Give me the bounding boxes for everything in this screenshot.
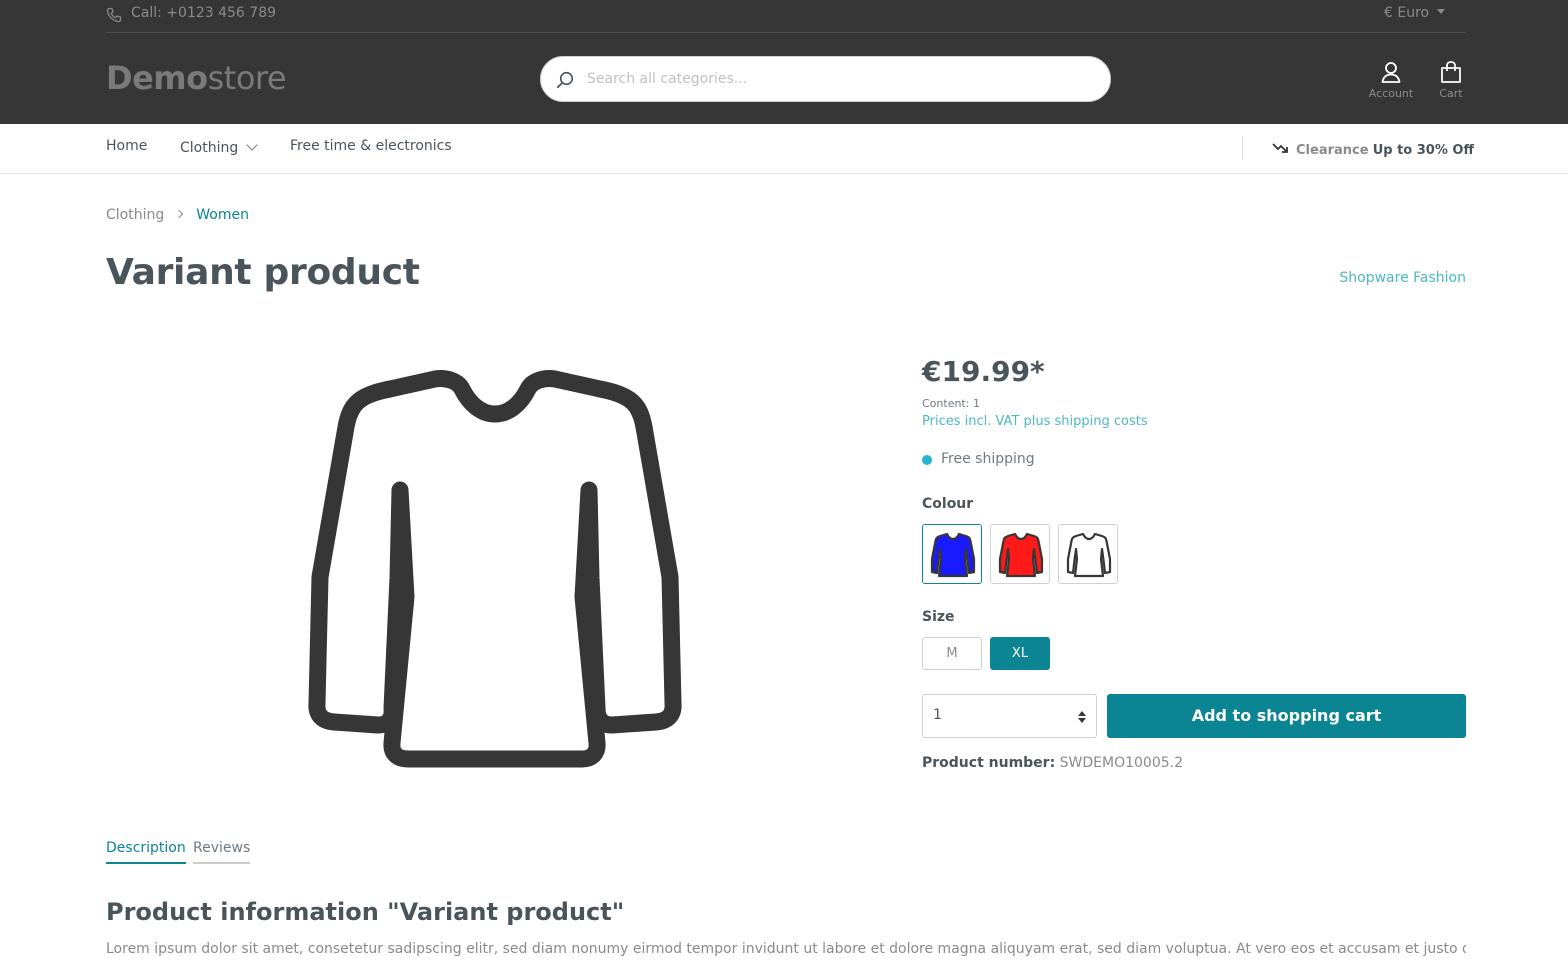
search-bar[interactable] <box>540 56 1111 102</box>
cart-label: Cart <box>1439 87 1463 100</box>
quantity-value: 1 <box>933 707 942 723</box>
shipping-info: Free shipping <box>941 451 1035 467</box>
breadcrumb-item[interactable]: Clothing <box>106 207 164 223</box>
sweater-white-thumbnail <box>1066 532 1112 578</box>
promo-label: Clearance <box>1296 143 1369 158</box>
chevron-down-icon <box>246 139 258 151</box>
breadcrumb-item-current[interactable]: Women <box>196 207 249 223</box>
nav-item-label: Home <box>106 138 148 154</box>
top-header: Call: +0123 456 789 € Euro Demostore Acc… <box>0 0 1568 124</box>
cart-button[interactable]: Cart <box>1432 60 1470 100</box>
nav-item-clothing[interactable]: Clothing <box>180 139 258 156</box>
colour-option-white[interactable] <box>1058 524 1118 584</box>
delivery-status-dot <box>922 455 932 465</box>
tab-reviews[interactable]: Reviews <box>193 840 251 864</box>
vat-shipping-link[interactable]: Prices incl. VAT plus shipping costs <box>922 414 1148 429</box>
trend-down-icon <box>1272 143 1288 153</box>
breadcrumb: Clothing Women <box>106 207 249 223</box>
size-option-xl[interactable]: XL <box>990 637 1050 670</box>
tab-description[interactable]: Description <box>106 840 186 864</box>
content-info: Content: 1 <box>922 397 980 410</box>
clearance-promo-link[interactable]: Clearance Up to 30% Off <box>1272 141 1474 158</box>
currency-label: € Euro <box>1384 5 1430 21</box>
colour-option-blue[interactable] <box>922 524 982 584</box>
product-title: Variant product <box>106 252 420 293</box>
promo-text: Up to 30% Off <box>1372 143 1474 158</box>
sweater-red-thumbnail <box>998 532 1044 578</box>
account-button[interactable]: Account <box>1366 60 1416 100</box>
main-navigation: Home Clothing Free time & electronics Cl… <box>0 124 1568 174</box>
product-number-value: SWDEMO10005.2 <box>1059 755 1183 771</box>
nav-item-label: Free time & electronics <box>290 138 452 154</box>
quantity-select[interactable]: 1 <box>922 694 1097 738</box>
header-divider <box>106 32 1466 33</box>
shopping-bag-icon <box>1441 61 1461 83</box>
phone-icon <box>106 7 122 23</box>
sweater-blue-thumbnail <box>930 532 976 578</box>
store-logo[interactable]: Demostore <box>106 59 287 97</box>
description-text: Lorem ipsum dolor sit amet, consetetur s… <box>106 941 1466 957</box>
chevron-right-icon <box>175 209 184 219</box>
nav-divider <box>1242 136 1243 160</box>
size-option-m[interactable]: M <box>922 637 982 670</box>
account-icon <box>1381 62 1401 83</box>
currency-dropdown[interactable]: € Euro <box>1384 5 1446 21</box>
description-title: Product information "Variant product" <box>106 898 625 926</box>
select-arrows-icon <box>1078 711 1086 723</box>
logo-light-text: store <box>207 59 287 97</box>
caret-down-icon <box>1437 9 1446 14</box>
colour-option-red[interactable] <box>990 524 1050 584</box>
product-number: Product number: SWDEMO10005.2 <box>922 755 1183 771</box>
product-price: €19.99* <box>922 355 1045 388</box>
nav-item-home[interactable]: Home <box>106 138 147 154</box>
product-image[interactable] <box>300 365 690 770</box>
nav-item-free-time-electronics[interactable]: Free time & electronics <box>290 138 452 154</box>
nav-item-label: Clothing <box>180 140 239 156</box>
size-label: Size <box>922 609 955 625</box>
account-label: Account <box>1368 87 1414 100</box>
logo-bold-text: Demo <box>106 59 208 97</box>
manufacturer-link[interactable]: Shopware Fashion <box>1339 270 1466 286</box>
add-to-cart-button[interactable]: Add to shopping cart <box>1107 694 1466 738</box>
product-number-label: Product number: <box>922 755 1056 771</box>
phone-number: Call: +0123 456 789 <box>131 5 277 21</box>
search-input[interactable] <box>585 65 1085 93</box>
colour-label: Colour <box>922 496 974 512</box>
search-icon[interactable] <box>555 70 575 90</box>
